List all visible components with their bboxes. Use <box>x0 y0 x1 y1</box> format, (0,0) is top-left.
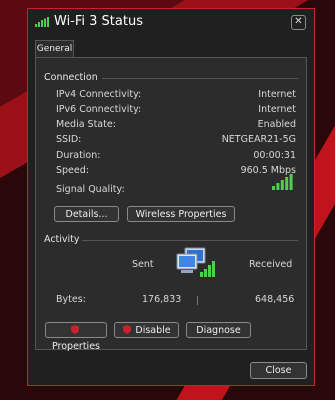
signal-bar <box>285 177 289 190</box>
media-state-value: Enabled <box>257 119 296 130</box>
ipv4-value: Internet <box>258 89 296 100</box>
signal-quality-icon <box>272 174 293 190</box>
speed-label: Speed: <box>56 165 89 176</box>
wifi-status-dialog: Wi-Fi 3 Status ✕ General Connection IPv4… <box>27 8 315 386</box>
ipv6-value: Internet <box>258 104 296 115</box>
media-state-label: Media State: <box>56 119 116 130</box>
duration-label: Duration: <box>56 150 101 161</box>
signal-bar <box>276 183 280 190</box>
signal-quality-label: Signal Quality: <box>56 184 125 195</box>
ipv4-label: IPv4 Connectivity: <box>56 89 142 100</box>
signal-bars-icon <box>35 17 49 27</box>
connection-heading: Connection <box>44 72 98 83</box>
sent-label: Sent <box>132 259 154 270</box>
shield-icon <box>70 325 79 334</box>
tab-general[interactable]: General <box>35 40 74 58</box>
wireless-properties-button[interactable]: Wireless Properties <box>127 206 235 222</box>
signal-bar <box>272 186 275 190</box>
disable-button[interactable]: Disable <box>114 322 179 338</box>
network-computers-icon <box>176 247 215 277</box>
signal-bar <box>280 180 284 190</box>
bytes-received-value: 648,456 <box>255 294 295 305</box>
general-panel: Connection IPv4 Connectivity: Internet I… <box>35 57 307 350</box>
title-bar[interactable]: Wi-Fi 3 Status ✕ <box>28 9 314 35</box>
details-button[interactable]: Details... <box>54 206 119 222</box>
bytes-label: Bytes: <box>56 294 86 305</box>
properties-button[interactable]: Properties <box>45 322 107 352</box>
ssid-label: SSID: <box>56 134 82 145</box>
disable-label: Disable <box>135 325 171 336</box>
shield-icon <box>123 325 132 334</box>
activity-heading: Activity <box>44 234 80 245</box>
close-icon: ✕ <box>294 16 303 27</box>
bytes-sent-value: 176,833 <box>142 294 182 305</box>
duration-value: 00:00:31 <box>253 150 296 161</box>
diagnose-button[interactable]: Diagnose <box>186 322 251 338</box>
window-title: Wi-Fi 3 Status <box>54 14 143 29</box>
close-button[interactable]: Close <box>250 362 307 379</box>
connection-divider <box>102 78 298 79</box>
ssid-value: NETGEAR21-5G <box>221 134 296 145</box>
signal-bar <box>289 174 293 190</box>
close-window-button[interactable]: ✕ <box>291 15 306 30</box>
activity-divider <box>82 240 298 241</box>
ipv6-label: IPv6 Connectivity: <box>56 104 142 115</box>
activity-link-line <box>197 296 198 305</box>
properties-label: Properties <box>51 341 100 352</box>
received-label: Received <box>249 259 293 270</box>
